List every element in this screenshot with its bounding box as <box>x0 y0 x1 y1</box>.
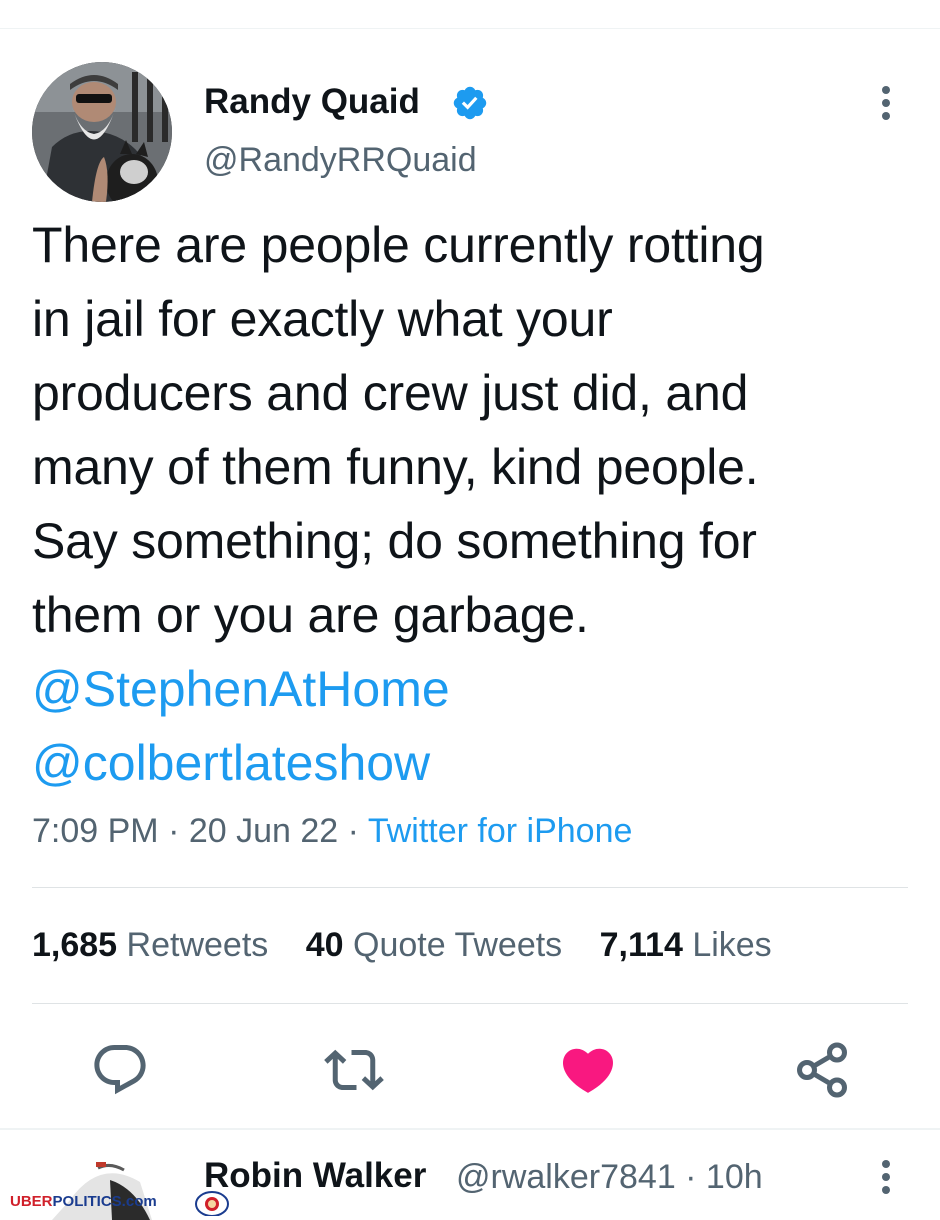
top-divider <box>0 28 940 29</box>
retweets-label: Retweets <box>126 926 269 964</box>
heart-filled-icon[interactable] <box>558 1040 618 1100</box>
reply-more-options-icon[interactable] <box>876 1160 896 1196</box>
quotes-label: Quote Tweets <box>353 926 563 964</box>
reply-display-name[interactable]: Robin Walker <box>204 1156 426 1196</box>
tweet-date[interactable]: 20 Jun 22 <box>189 812 338 850</box>
divider <box>32 1003 908 1004</box>
likes-label: Likes <box>692 926 772 964</box>
author-avatar[interactable] <box>32 62 172 202</box>
more-options-icon[interactable] <box>876 86 896 122</box>
tweet-time[interactable]: 7:09 PM <box>32 812 159 850</box>
verified-badge-icon <box>453 86 487 120</box>
divider <box>32 887 908 888</box>
quotes-count: 40 <box>305 926 344 964</box>
tweet-stats: 1,685 Retweets 40 Quote Tweets 7,114 Lik… <box>32 926 800 965</box>
meta-separator: · <box>168 812 180 850</box>
retweets-count: 1,685 <box>32 926 118 964</box>
likes-stat[interactable]: 7,114 Likes <box>600 926 772 964</box>
mention-link[interactable]: @colbertlateshow <box>32 726 430 800</box>
tweet-text: There are people currently rotting in ja… <box>32 217 765 643</box>
share-icon[interactable] <box>792 1040 852 1100</box>
retweets-stat[interactable]: 1,685 Retweets <box>32 926 268 964</box>
tweet-source[interactable]: Twitter for iPhone <box>368 812 633 850</box>
retweet-icon[interactable] <box>324 1040 384 1100</box>
reply-handle-time[interactable]: @rwalker7841 · 10h <box>456 1158 763 1197</box>
reply-avatar[interactable] <box>40 1160 160 1220</box>
likes-count: 7,114 <box>599 926 683 964</box>
author-display-name[interactable]: Randy Quaid <box>204 82 420 122</box>
tweet-meta: 7:09 PM · 20 Jun 22 · Twitter for iPhone <box>32 812 632 851</box>
reply-icon[interactable] <box>90 1040 150 1100</box>
section-divider <box>0 1128 940 1130</box>
watermark-text: UBERPOLITICS.com <box>10 1193 157 1210</box>
meta-separator: · <box>347 812 359 850</box>
watermark-lion-logo-icon <box>195 1191 229 1216</box>
quote-tweets-stat[interactable]: 40 Quote Tweets <box>306 926 562 964</box>
mention-link[interactable]: @StephenAtHome <box>32 652 450 726</box>
author-handle[interactable]: @RandyRRQuaid <box>204 141 477 180</box>
